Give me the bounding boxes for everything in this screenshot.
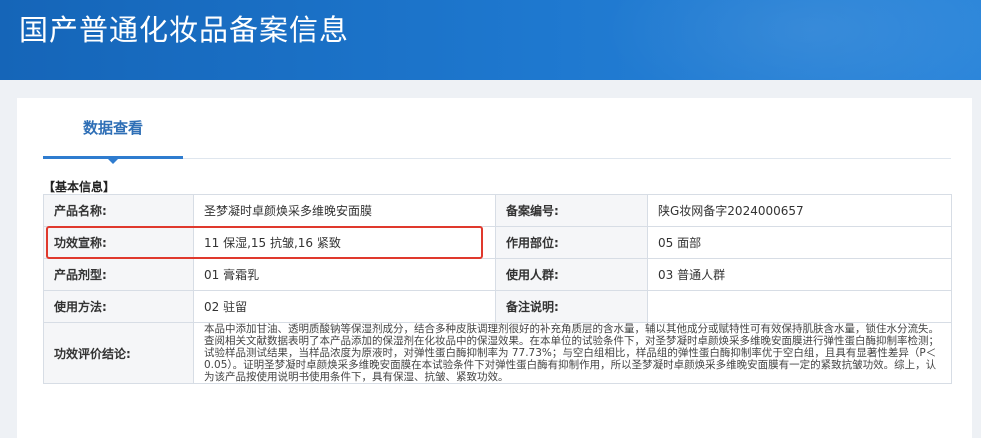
- target-population-value: 03 普通人群: [647, 258, 952, 291]
- efficacy-claim-label: 功效宣称:: [43, 226, 194, 259]
- page-title: 国产普通化妆品备案信息: [19, 13, 350, 47]
- table-row: 功效评价结论: 本品中添加甘油、透明质酸钠等保湿剂成分，结合多种皮肤调理剂很好的…: [43, 322, 952, 384]
- target-population-label: 使用人群:: [495, 258, 648, 291]
- banner-decoration: [601, 0, 981, 80]
- table-row: 产品剂型: 01 膏霜乳 使用人群: 03 普通人群: [43, 258, 952, 291]
- remarks-value: [647, 290, 952, 323]
- record-number-value: 陕G妆网备字2024000657: [647, 194, 952, 227]
- dosage-form-value: 01 膏霜乳: [193, 258, 496, 291]
- usage-method-label: 使用方法:: [43, 290, 194, 323]
- table-row: 使用方法: 02 驻留 备注说明:: [43, 290, 952, 323]
- section-title-basic-info: 【基本信息】: [43, 180, 116, 194]
- table-row: 功效宣称: 11 保湿,15 抗皱,16 紧致 作用部位: 05 面部: [43, 226, 952, 259]
- tab-data-view[interactable]: 数据查看: [43, 98, 183, 164]
- record-number-label: 备案编号:: [495, 194, 648, 227]
- content-panel: 数据查看 【基本信息】 产品名称: 圣梦凝时卓颜焕采多维晚安面膜 备案编号: 陕…: [17, 98, 972, 438]
- table-row: 产品名称: 圣梦凝时卓颜焕采多维晚安面膜 备案编号: 陕G妆网备字2024000…: [43, 194, 952, 227]
- efficacy-evaluation-label: 功效评价结论:: [43, 322, 194, 384]
- efficacy-claim-value: 11 保湿,15 抗皱,16 紧致: [193, 226, 496, 259]
- remarks-label: 备注说明:: [495, 290, 648, 323]
- application-site-value: 05 面部: [647, 226, 952, 259]
- application-site-label: 作用部位:: [495, 226, 648, 259]
- product-name-label: 产品名称:: [43, 194, 194, 227]
- tab-bar: 数据查看: [43, 98, 951, 164]
- efficacy-evaluation-value: 本品中添加甘油、透明质酸钠等保湿剂成分，结合多种皮肤调理剂很好的补充角质层的含水…: [193, 322, 952, 384]
- basic-info-table: 产品名称: 圣梦凝时卓颜焕采多维晚安面膜 备案编号: 陕G妆网备字2024000…: [43, 194, 952, 384]
- dosage-form-label: 产品剂型:: [43, 258, 194, 291]
- product-name-value: 圣梦凝时卓颜焕采多维晚安面膜: [193, 194, 496, 227]
- usage-method-value: 02 驻留: [193, 290, 496, 323]
- page-banner: 国产普通化妆品备案信息: [0, 0, 981, 80]
